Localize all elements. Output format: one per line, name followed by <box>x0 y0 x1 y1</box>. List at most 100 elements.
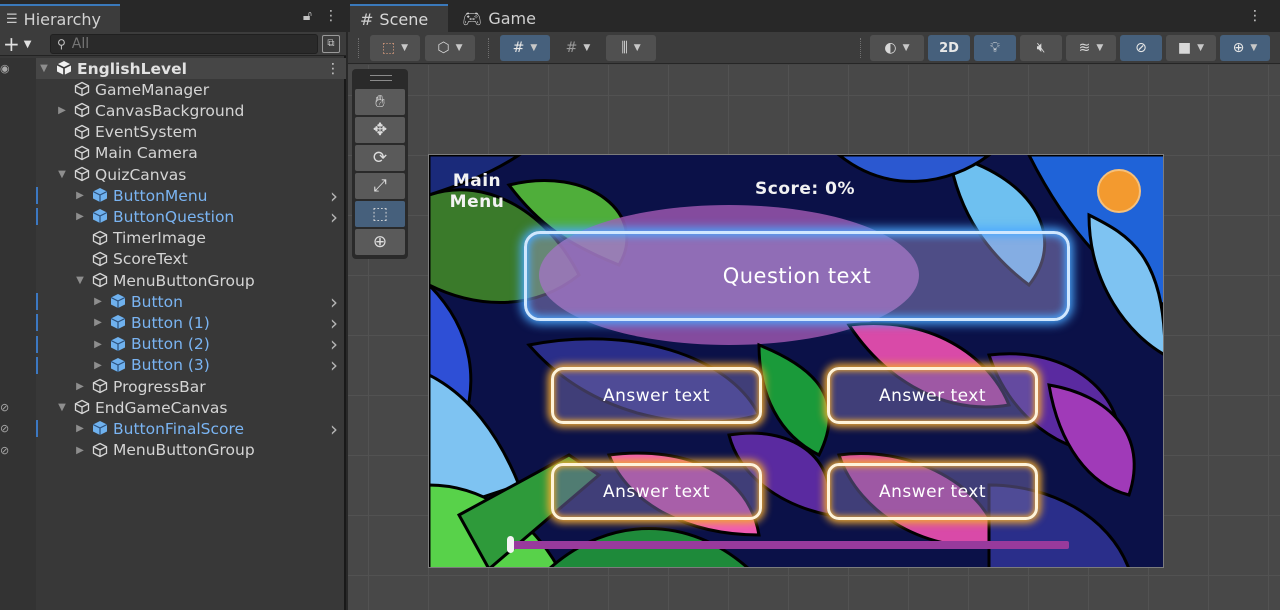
toolbar-grip[interactable] <box>358 38 360 58</box>
eye-hidden-icon[interactable]: ⊘ <box>0 418 14 439</box>
collapse-arrow-icon[interactable]: ▶ <box>92 317 104 328</box>
question-box[interactable]: Question text <box>524 231 1070 321</box>
override-marker <box>36 420 38 438</box>
eye-icon[interactable]: ◉ <box>0 58 14 79</box>
scene-toolbar: ⬚▼ ⬡▼ #▼ #▼ ⫼▼ ◐▼ 2D 💡︎ � <box>348 32 1280 64</box>
toolbar-separator <box>860 38 862 58</box>
answer-button-3[interactable]: Answer text <box>551 463 762 520</box>
hierarchy-row[interactable]: ScoreText <box>0 249 346 270</box>
kebab-menu-icon[interactable]: ⋮ <box>326 61 340 77</box>
prefab-open-chevron-icon[interactable]: › <box>330 353 338 377</box>
expand-arrow-icon[interactable]: ▼ <box>56 402 68 413</box>
tab-scene[interactable]: # Scene <box>350 4 448 32</box>
hierarchy-row[interactable]: ▶ Button › <box>0 290 346 314</box>
hierarchy-row[interactable]: ▼ QuizCanvas <box>0 164 346 185</box>
hierarchy-row[interactable]: Main Camera <box>0 143 346 164</box>
collapse-arrow-icon[interactable]: ▶ <box>92 296 104 307</box>
tab-hierarchy[interactable]: ☰ Hierarchy <box>0 4 120 32</box>
scene-row[interactable]: ◉ ▼ EnglishLevel ⋮ <box>0 58 346 79</box>
collapse-arrow-icon[interactable]: ▶ <box>56 105 68 116</box>
tools-overlay: ✋︎ ✥ ⟳ ⤢ ⬚ ⊕ <box>352 69 408 259</box>
hierarchy-row[interactable]: ⊘ ▶ ButtonFinalScore › <box>0 417 346 441</box>
shading-mode-button[interactable]: ◐ ▼ <box>870 35 924 61</box>
answer-button-1[interactable]: Answer text <box>551 367 762 424</box>
background-artwork <box>429 155 1163 567</box>
hierarchy-item-label: ScoreText <box>113 250 188 269</box>
collapse-arrow-icon[interactable]: ▶ <box>92 360 104 371</box>
audio-button[interactable]: 🔇︎ <box>1020 35 1062 61</box>
tab-hierarchy-label: Hierarchy <box>23 9 101 29</box>
mode-2d-button[interactable]: 2D <box>928 35 970 61</box>
rotate-tool-icon[interactable]: ⟳ <box>355 145 405 171</box>
eye-hidden-icon[interactable]: ⊘ <box>0 440 14 461</box>
scene-viewport[interactable]: ✋︎ ✥ ⟳ ⤢ ⬚ ⊕ Main Menu Score: 0% Questio… <box>348 65 1280 610</box>
hierarchy-row[interactable]: GameManager <box>0 79 346 100</box>
collapse-arrow-icon[interactable]: ▶ <box>74 445 86 456</box>
kebab-menu-icon[interactable]: ⋮ <box>324 8 338 24</box>
hand-tool-icon[interactable]: ✋︎ <box>355 89 405 115</box>
game-canvas[interactable]: Main Menu Score: 0% Question text Answer… <box>428 154 1164 568</box>
prefab-open-chevron-icon[interactable]: › <box>330 205 338 229</box>
hierarchy-row[interactable]: EventSystem <box>0 122 346 143</box>
cube-icon: ⬡ <box>437 40 450 56</box>
move-tool-icon[interactable]: ✥ <box>355 117 405 143</box>
prefab-cube-icon <box>110 294 126 309</box>
expand-arrow-icon[interactable]: ▼ <box>38 63 50 74</box>
hierarchy-row[interactable]: ▶ Button (3) › <box>0 353 346 377</box>
prefab-cube-icon <box>92 188 108 203</box>
hierarchy-row[interactable]: TimerImage <box>0 228 346 249</box>
transform-tool-icon[interactable]: ⊕ <box>355 229 405 255</box>
gizmos-button[interactable]: ⊕ ▼ <box>1220 35 1270 61</box>
hierarchy-item-label: ButtonQuestion <box>113 207 235 226</box>
grid-snap-icon: # <box>512 40 525 56</box>
answer-button-4[interactable]: Answer text <box>827 463 1038 520</box>
sphere-icon: ◐ <box>884 40 897 56</box>
hierarchy-row[interactable]: ▶ CanvasBackground <box>0 100 346 121</box>
camera-button[interactable]: ■ ▼ <box>1166 35 1216 61</box>
eye-hidden-icon[interactable]: ⊘ <box>0 397 14 418</box>
draw-mode-button[interactable]: ⬚ ▼ <box>370 35 420 61</box>
lock-icon[interactable]: 🔓︎ <box>303 8 312 24</box>
rect-tool-icon[interactable]: ⬚ <box>355 201 405 227</box>
hierarchy-row[interactable]: ▶ ProgressBar <box>0 376 346 397</box>
expand-arrow-icon[interactable]: ▼ <box>56 169 68 180</box>
hierarchy-row[interactable]: ▶ Button (1) › <box>0 311 346 335</box>
collapse-arrow-icon[interactable]: ▶ <box>74 211 86 222</box>
tab-game[interactable]: 🎮︎ Game <box>452 4 548 32</box>
pivot-mode-button[interactable]: ⬡ ▼ <box>425 35 475 61</box>
expand-arrow-icon[interactable]: ▼ <box>74 275 86 286</box>
hierarchy-row[interactable]: ▶ Button (2) › <box>0 332 346 356</box>
tools-grip[interactable] <box>370 75 392 81</box>
scene-visibility-toggle-icon[interactable]: ⧉ <box>322 35 340 53</box>
hierarchy-row[interactable]: ▼ MenuButtonGroup <box>0 270 346 291</box>
grid-snap-button[interactable]: # ▼ <box>500 35 550 61</box>
lighting-button[interactable]: 💡︎ <box>974 35 1016 61</box>
hidden-objects-button[interactable]: ⊘ <box>1120 35 1162 61</box>
prefab-open-chevron-icon[interactable]: › <box>330 417 338 441</box>
prefab-cube-icon <box>110 336 126 351</box>
effects-button[interactable]: ≋ ▼ <box>1066 35 1116 61</box>
main-menu-line2: Menu <box>449 192 505 212</box>
hierarchy-row[interactable]: ▶ ButtonQuestion › <box>0 205 346 229</box>
hierarchy-row[interactable]: ▶ ButtonMenu › <box>0 184 346 208</box>
chevron-down-icon: ▼ <box>583 43 591 53</box>
hierarchy-item-label: MenuButtonGroup <box>113 271 255 290</box>
collapse-arrow-icon[interactable]: ▶ <box>92 339 104 350</box>
prefab-cube-icon <box>110 315 126 330</box>
hierarchy-row[interactable]: ⊘ ▼ EndGameCanvas <box>0 397 346 418</box>
hierarchy-search[interactable]: ⚲ <box>50 34 318 54</box>
collapse-arrow-icon[interactable]: ▶ <box>74 190 86 201</box>
kebab-menu-icon[interactable]: ⋮ <box>1248 8 1262 24</box>
create-button[interactable]: + ▼ <box>3 32 39 56</box>
main-menu-button[interactable]: Main Menu <box>449 171 505 213</box>
collapse-arrow-icon[interactable]: ▶ <box>74 423 86 434</box>
hierarchy-row[interactable]: ⊘ ▶ MenuButtonGroup <box>0 440 346 461</box>
answer-button-2[interactable]: Answer text <box>827 367 1038 424</box>
search-input[interactable] <box>71 36 302 52</box>
progress-handle[interactable] <box>507 536 514 553</box>
increment-snap-button[interactable]: # ▼ <box>555 35 601 61</box>
scale-tool-icon[interactable]: ⤢ <box>355 173 405 199</box>
ruler-button[interactable]: ⫼ ▼ <box>606 35 656 61</box>
gameobject-cube-icon <box>92 230 108 245</box>
collapse-arrow-icon[interactable]: ▶ <box>74 381 86 392</box>
